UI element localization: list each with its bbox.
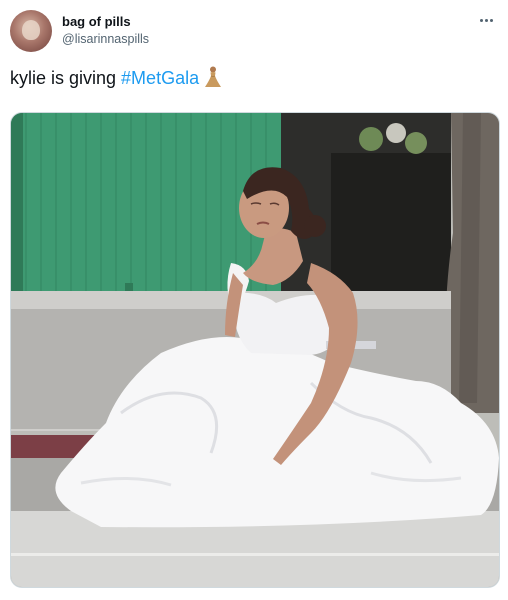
tweet-text: kylie is giving #MetGala: [10, 66, 223, 89]
tweet-card: bag of pills @lisarinnaspills kylie is g…: [0, 0, 508, 600]
more-options-icon-dot: [484, 18, 488, 22]
photo-woman-wedding-dress: [11, 113, 499, 587]
author-display-name[interactable]: bag of pills: [62, 14, 131, 29]
more-options-icon-dot: [489, 18, 493, 22]
hashtag-link[interactable]: #MetGala: [121, 68, 199, 88]
avatar-image: [22, 20, 40, 40]
more-options-icon: [479, 18, 483, 22]
tweet-text-prefix: kylie is giving: [10, 68, 122, 88]
author-avatar[interactable]: [10, 10, 52, 52]
author-handle[interactable]: @lisarinnaspills: [62, 32, 149, 46]
person-in-gown-emoji: [205, 66, 222, 87]
more-options-button[interactable]: [476, 12, 496, 28]
tweet-photo[interactable]: [10, 112, 500, 588]
